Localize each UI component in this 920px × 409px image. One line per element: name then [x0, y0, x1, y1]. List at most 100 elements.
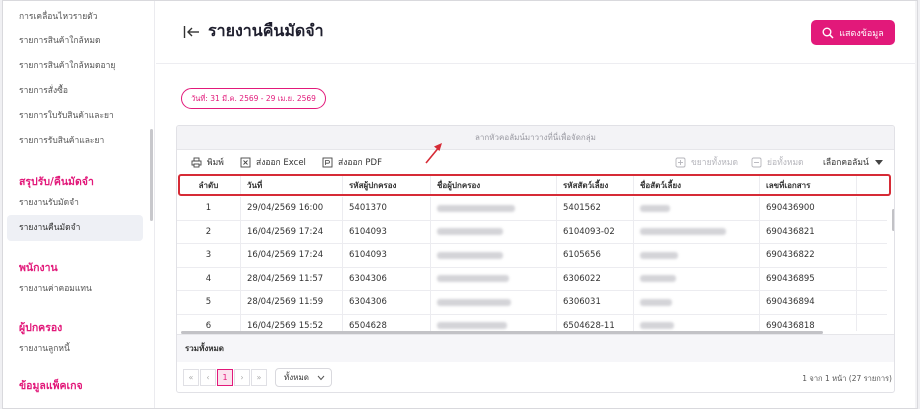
pdf-file-icon	[322, 157, 333, 167]
table-row[interactable]: 2 16/04/2569 17:24 6104093 6104093-02 69…	[177, 220, 887, 244]
collapse-all-button[interactable]: ย่อทั้งหมด	[751, 155, 804, 169]
column-header-no[interactable]: ลำดับ	[177, 175, 241, 195]
page-scrollbar[interactable]	[915, 1, 917, 408]
vertical-scrollbar[interactable]	[892, 209, 894, 231]
sidebar-item-debtors[interactable]: รายงานลูกหนี้	[7, 336, 143, 362]
cell-no: 4	[177, 267, 241, 290]
cell-owner-code: 6504628	[343, 314, 431, 331]
cell-pet-code: 6104093-02	[557, 220, 634, 243]
column-header-pet-name[interactable]: ชื่อสัตว์เลี้ยง	[634, 175, 760, 195]
sidebar-scrollbar[interactable]	[150, 129, 153, 221]
sidebar-item-deposit-returned[interactable]: รายงานคืนมัดจำ	[7, 215, 143, 241]
cell-owner-name-redacted	[431, 267, 557, 290]
cell-owner-code: 6304306	[343, 267, 431, 290]
pager-first-button[interactable]: «	[183, 369, 199, 386]
sidebar-item-movement[interactable]: การเคลื่อนไหวรายตัว	[7, 4, 143, 30]
table-row[interactable]: 5 28/04/2569 11:59 6304306 6306031 69043…	[177, 291, 887, 315]
expand-icon	[675, 157, 686, 167]
cell-no: 3	[177, 244, 241, 267]
cell-doc-no: 690436900	[760, 197, 857, 220]
sidebar-item-goods-received[interactable]: รายการรับสินค้าและยา	[7, 128, 143, 154]
pager-next-button[interactable]: ›	[234, 369, 250, 386]
column-chooser[interactable]: เลือกคอลัมน์	[823, 155, 883, 169]
show-data-label: แสดงข้อมูล	[839, 28, 884, 39]
page-title: รายงานคืนมัดจำ	[208, 21, 324, 40]
pager-last-button[interactable]: »	[251, 369, 267, 386]
column-chooser-label: เลือกคอลัมน์	[823, 158, 869, 168]
print-button[interactable]: พิมพ์	[191, 155, 224, 169]
export-pdf-button[interactable]: ส่งออก PDF	[322, 155, 382, 169]
cell-owner-name-redacted	[431, 197, 557, 220]
cell-doc-no: 690436895	[760, 267, 857, 290]
app-window: การเคลื่อนไหวรายตัว รายการสินค้าใกล้หมด …	[2, 0, 918, 409]
chevron-down-icon	[317, 375, 325, 380]
cell-date: 16/04/2569 17:24	[241, 220, 343, 243]
export-excel-button[interactable]: ส่งออก Excel	[240, 155, 306, 169]
date-range-badge: วันที่: 31 มี.ค. 2569 - 29 เม.ย. 2569	[181, 88, 326, 109]
pager-page-1[interactable]: 1	[217, 369, 233, 386]
cell-date: 28/04/2569 11:59	[241, 291, 343, 314]
sidebar-section-owner: ผู้ปกครอง	[19, 322, 63, 334]
group-panel[interactable]: ลากหัวคอลัมน์มาวางที่นี่เพื่อจัดกลุ่ม	[177, 126, 894, 150]
page-size-select[interactable]: ทั้งหมด	[275, 368, 332, 387]
cell-spacer	[857, 197, 887, 220]
sidebar-item-orders[interactable]: รายการสั่งซื้อ	[7, 78, 143, 104]
sidebar-item-receipts[interactable]: รายการใบรับสินค้าและยา	[7, 103, 143, 129]
chevron-down-icon	[874, 159, 883, 165]
table-row[interactable]: 6 16/04/2569 15:52 6504628 6504628-11 69…	[177, 314, 887, 332]
sidebar-section-deposit: สรุปรับ/คืนมัดจำ	[19, 176, 94, 188]
cell-doc-no: 690436818	[760, 314, 857, 331]
cell-pet-name-redacted	[634, 244, 760, 267]
summary-label: รวมทั้งหมด	[185, 344, 224, 353]
cell-spacer	[857, 291, 887, 314]
collapse-all-label: ย่อทั้งหมด	[767, 158, 804, 168]
cell-no: 2	[177, 220, 241, 243]
table-row[interactable]: 1 29/04/2569 16:00 5401370 5401562 69043…	[177, 197, 887, 221]
cell-owner-code: 6304306	[343, 291, 431, 314]
column-header-owner-name[interactable]: ชื่อผู้ปกครอง	[431, 175, 557, 195]
cell-spacer	[857, 221, 887, 244]
export-excel-label: ส่งออก Excel	[256, 158, 306, 168]
cell-no: 5	[177, 291, 241, 314]
cell-pet-name-redacted	[634, 314, 760, 331]
cell-owner-code: 6104093	[343, 244, 431, 267]
collapse-icon	[751, 157, 762, 167]
column-header-doc-no[interactable]: เลขที่เอกสาร	[760, 175, 857, 195]
cell-pet-code: 6306022	[557, 267, 634, 290]
cell-doc-no: 690436822	[760, 244, 857, 267]
cell-date: 16/04/2569 15:52	[241, 314, 343, 331]
cell-pet-name-redacted	[634, 291, 760, 314]
cell-spacer	[857, 315, 887, 332]
column-header-owner-code[interactable]: รหัสผู้ปกครอง	[343, 175, 431, 195]
sidebar-item-low-stock[interactable]: รายการสินค้าใกล้หมด	[7, 28, 143, 54]
page-size-label: ทั้งหมด	[284, 373, 309, 382]
pager: « ‹ 1 › » ทั้งหมด 1 จาก 1 หน้า (27 รายกา…	[177, 362, 894, 392]
table-row[interactable]: 4 28/04/2569 11:57 6304306 6306022 69043…	[177, 267, 887, 291]
header-divider	[156, 63, 917, 64]
report-grid: ลากหัวคอลัมน์มาวางที่นี่เพื่อจัดกลุ่ม พิ…	[176, 125, 895, 393]
sidebar-item-deposit-received[interactable]: รายงานรับมัดจำ	[7, 190, 143, 216]
column-header-pet-code[interactable]: รหัสสัตว์เลี้ยง	[557, 175, 634, 195]
column-header-date[interactable]: วันที่	[241, 175, 343, 195]
table-header: ลำดับ วันที่ รหัสผู้ปกครอง ชื่อผู้ปกครอง…	[177, 175, 887, 195]
expand-all-button[interactable]: ขยายทั้งหมด	[675, 155, 738, 169]
cell-date: 29/04/2569 16:00	[241, 197, 343, 220]
cell-owner-name-redacted	[431, 244, 557, 267]
cell-owner-name-redacted	[431, 314, 557, 331]
cell-doc-no: 690436821	[760, 220, 857, 243]
cell-owner-name-redacted	[431, 220, 557, 243]
back-arrow-icon[interactable]	[183, 24, 201, 40]
pager-info: 1 จาก 1 หน้า (27 รายการ)	[802, 374, 892, 383]
cell-pet-code: 5401562	[557, 197, 634, 220]
pager-prev-button[interactable]: ‹	[200, 369, 216, 386]
excel-file-icon	[240, 157, 251, 167]
show-data-button[interactable]: แสดงข้อมูล	[811, 20, 895, 45]
cell-spacer	[857, 268, 887, 291]
cell-pet-code: 6105656	[557, 244, 634, 267]
table-row[interactable]: 3 16/04/2569 17:24 6104093 6105656 69043…	[177, 244, 887, 268]
sidebar-item-commission[interactable]: รายงานค่าคอมแทน	[7, 276, 143, 302]
column-header-spacer	[857, 175, 887, 195]
annotation-arrow-icon	[425, 143, 442, 164]
sidebar-item-near-expiry[interactable]: รายการสินค้าใกล้หมดอายุ	[7, 53, 143, 79]
cell-date: 16/04/2569 17:24	[241, 244, 343, 267]
